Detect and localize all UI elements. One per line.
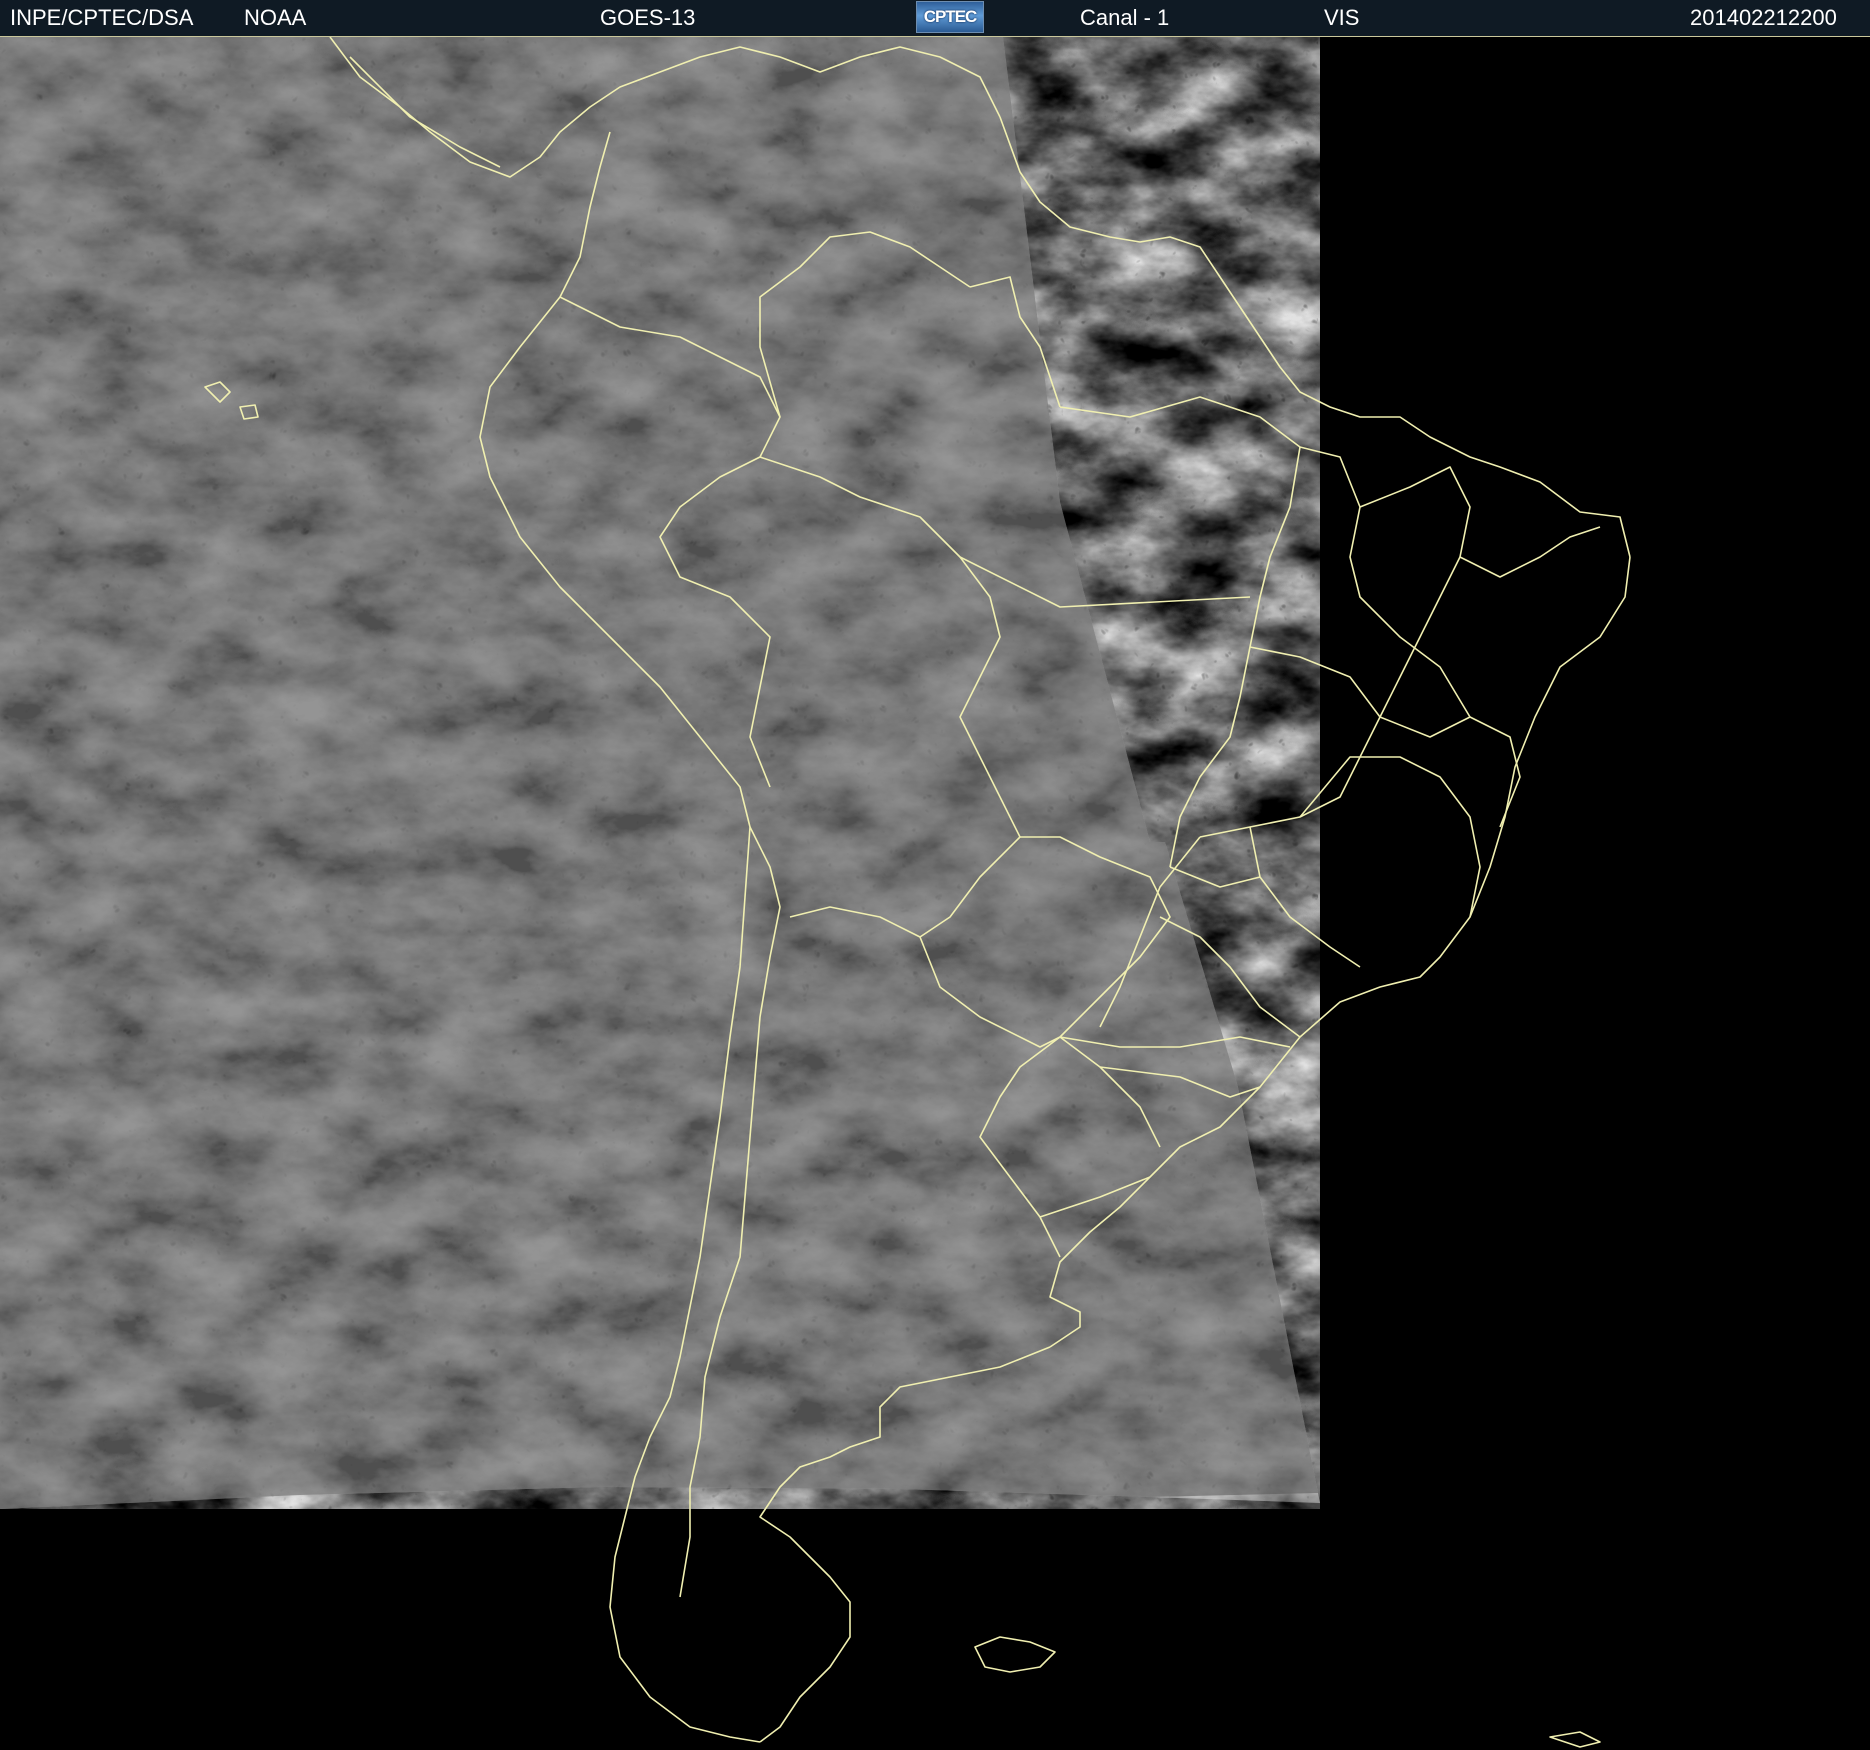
falkland-islands xyxy=(974,1636,1056,1673)
south-georgia xyxy=(1549,1731,1601,1748)
agency-label: NOAA xyxy=(244,5,307,30)
satellite-map xyxy=(0,37,1631,1748)
logo-text: CPTEC xyxy=(923,7,978,26)
header-bar: INPE/CPTEC/DSA NOAA GOES-13 CPTEC Canal … xyxy=(0,0,1870,37)
institution-label: INPE/CPTEC/DSA xyxy=(10,5,194,30)
cptec-logo: CPTEC xyxy=(916,1,984,33)
imagery-texture xyxy=(0,37,1318,1509)
northern-coast xyxy=(999,116,1631,558)
timestamp-label: 201402212200 xyxy=(1690,5,1837,30)
band-label: VIS xyxy=(1324,5,1360,30)
satellite-label: GOES-13 xyxy=(600,5,696,30)
channel-label: Canal - 1 xyxy=(1080,5,1170,30)
